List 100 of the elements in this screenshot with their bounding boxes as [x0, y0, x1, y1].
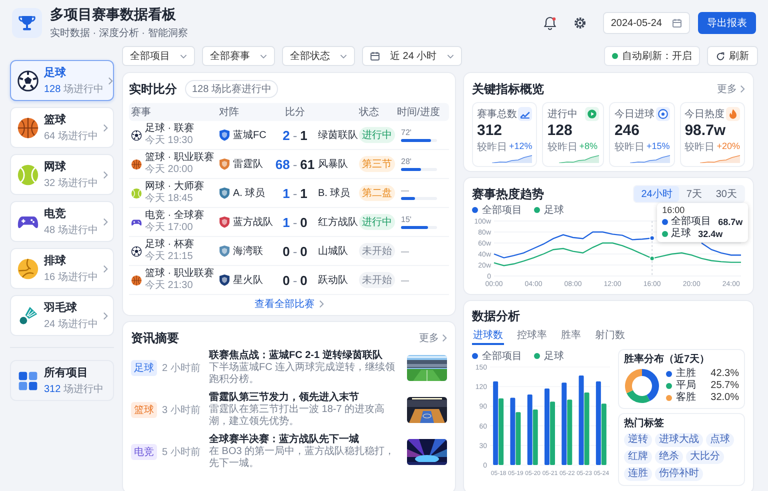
date-field[interactable]: 2024-05-24	[602, 12, 690, 34]
export-button[interactable]: 导出报表	[698, 12, 756, 34]
card-title: 实时比分	[129, 80, 177, 98]
match-score: 0 - 0	[282, 272, 308, 288]
range-tab[interactable]: 30天	[708, 186, 744, 202]
filter-select[interactable]: 全部状态	[282, 46, 355, 66]
competition-name: 网球 · 大师赛	[145, 181, 204, 193]
sparkline	[559, 155, 600, 163]
legend-value: 42.3%	[710, 368, 739, 380]
card-title: 资讯摘要	[131, 330, 179, 346]
column-header: 赛事	[131, 106, 152, 119]
match-score: 0 - 0	[282, 244, 308, 258]
auto-refresh-label: 自动刷新：开启	[622, 50, 692, 63]
match-minute: 15'	[401, 215, 412, 224]
time-range-select[interactable]: 近 24 小时	[362, 46, 462, 66]
caret-icon	[180, 54, 187, 58]
range-tab[interactable]: 7天	[679, 186, 709, 202]
news-time: 2 小时前	[162, 362, 202, 375]
news-time: 5 小时前	[162, 446, 202, 459]
tooltip-title: 16:00	[662, 205, 686, 216]
compare-label: 较昨日	[614, 140, 644, 154]
metric-tab[interactable]: 进球数	[472, 327, 504, 345]
legend-label: 足球	[544, 350, 564, 362]
legend-value: 32.0%	[710, 392, 739, 404]
hot-tag[interactable]: 伤停补时	[655, 467, 703, 481]
metric-tab[interactable]: 控球率	[516, 327, 548, 345]
filter-select[interactable]: 全部项目	[122, 46, 195, 66]
live-count: 64 场进行中	[44, 130, 98, 143]
view-all-link[interactable]: 查看全部比赛	[129, 295, 449, 312]
sport-name: 足球	[44, 66, 67, 80]
bell-icon[interactable]	[542, 16, 557, 30]
more-link[interactable]: 更多	[419, 331, 447, 345]
status-tag: 第二盘	[359, 185, 395, 201]
metric-value: 246	[614, 122, 640, 139]
app-subtitle: 实时数据 · 深度分析 · 智能洞察	[50, 26, 188, 40]
news-headline[interactable]: 雷霆队第三节发力，领先进入末节	[209, 392, 402, 404]
tooltip-label: 全部项目	[671, 216, 712, 228]
shuttlecock-icon	[17, 304, 39, 326]
chevron-icon	[102, 312, 108, 320]
card-title: 关键指标概览	[472, 80, 544, 98]
all-sports-item[interactable]: 所有项目 312 场进行中	[10, 360, 114, 401]
hot-tag[interactable]: 逆转	[624, 433, 652, 447]
sport-item[interactable]: 网球 32 场进行中	[10, 154, 114, 195]
sport-name: 篮球	[44, 112, 67, 127]
refresh-icon	[716, 52, 725, 60]
range-tab[interactable]: 24小时	[634, 186, 680, 202]
card-title: 赛事热度趋势	[472, 186, 544, 202]
news-summary: 雷霆队在第三节打出一波 18-7 的进攻高潮，建立领先优势。	[209, 404, 386, 428]
compare-label: 较昨日	[547, 140, 578, 154]
legend-dot	[662, 219, 668, 225]
match-time: 今天 20:00	[145, 164, 194, 176]
team-name: 绿茵联队	[317, 128, 359, 142]
hot-tag[interactable]: 点球	[706, 433, 734, 447]
sport-item[interactable]: 足球 128 场进行中	[10, 60, 114, 101]
volleyball-icon	[17, 258, 39, 280]
match-time: 今天 21:30	[145, 280, 194, 292]
metric-tab[interactable]: 射门数	[594, 327, 626, 345]
news-summary: 在 BO3 的第一局中，蓝方战队稳扎稳打，先下一城。	[209, 446, 396, 470]
legend-label: 全部项目	[482, 204, 522, 216]
match-score: 2 - 1	[282, 128, 308, 142]
news-headline[interactable]: 联赛焦点战：蓝城FC 2-1 逆转绿茵联队	[209, 350, 402, 362]
tooltip-value: 32.4w	[698, 228, 723, 240]
sport-item[interactable]: 篮球 64 场进行中	[10, 107, 114, 148]
live-count: 24 场进行中	[44, 318, 98, 331]
match-time: 今天 21:15	[145, 251, 194, 263]
hot-tag[interactable]: 绝杀	[655, 450, 683, 464]
more-link[interactable]: 更多	[717, 82, 745, 96]
hot-tag[interactable]: 红牌	[624, 450, 652, 464]
metric-label: 今日热度	[684, 108, 725, 121]
team-name: 蓝方战队	[233, 216, 273, 229]
live-count: 32 场进行中	[44, 176, 98, 190]
hot-tag[interactable]: 进球大战	[655, 433, 703, 447]
status-tag: 第三节	[359, 156, 395, 172]
hot-tag[interactable]: 连胜	[624, 467, 652, 481]
hot-tag[interactable]: 大比分	[686, 450, 724, 464]
sport-item[interactable]: 电竞 48 场进行中	[10, 201, 114, 242]
metric-change: +20%	[716, 140, 740, 153]
match-minute: —	[401, 276, 409, 284]
metric-value: 128	[547, 122, 574, 139]
refresh-button[interactable]: 刷新	[707, 46, 758, 66]
metric-tab[interactable]: 胜率	[560, 327, 582, 345]
metric-label: 进行中	[547, 108, 578, 121]
legend-dot	[662, 231, 668, 237]
live-count: 128 场进行中	[44, 82, 104, 96]
competition-name: 电竞 · 全球赛	[145, 210, 204, 222]
sport-item[interactable]: 排球 16 场进行中	[10, 248, 114, 289]
auto-refresh-toggle[interactable]: 自动刷新：开启	[604, 46, 700, 66]
tooltip-label: 足球	[671, 228, 692, 240]
data-point	[649, 256, 655, 261]
sparkline	[630, 155, 670, 163]
competition-name: 足球 · 杯赛	[145, 239, 194, 251]
caret-icon	[446, 54, 454, 58]
sport-item[interactable]: 羽毛球 24 场进行中	[10, 295, 114, 336]
settings-icon[interactable]	[572, 16, 587, 30]
panel-title: 热门标签	[624, 418, 665, 430]
team-name: 山城队	[317, 244, 349, 258]
caret-icon	[260, 54, 267, 58]
filter-select[interactable]: 全部赛事	[202, 46, 275, 66]
news-headline[interactable]: 全球赛半决赛：蓝方战队先下一城	[209, 434, 402, 446]
data-point	[649, 235, 655, 241]
